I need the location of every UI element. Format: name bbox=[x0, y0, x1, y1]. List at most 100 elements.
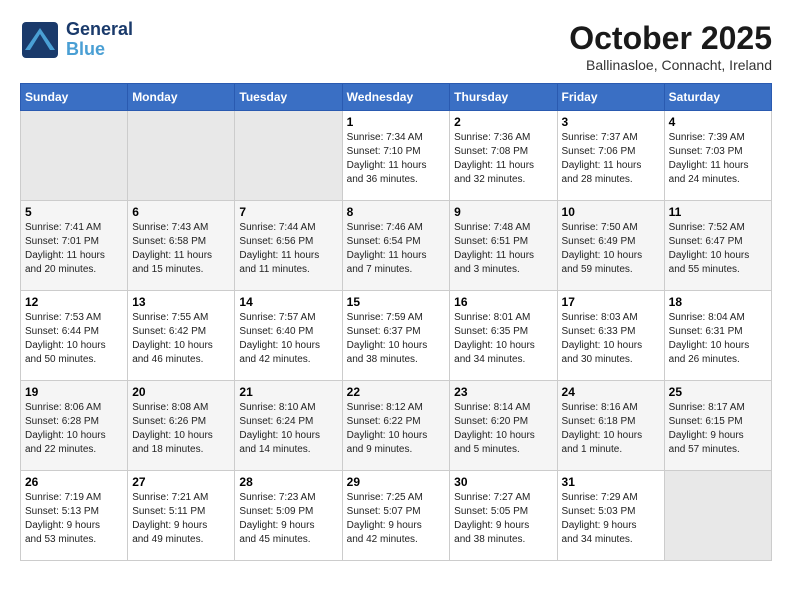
title-block: October 2025 Ballinasloe, Connacht, Irel… bbox=[569, 20, 772, 73]
day-info: Sunrise: 8:14 AM Sunset: 6:20 PM Dayligh… bbox=[454, 401, 552, 457]
calendar-cell: 3Sunrise: 7:37 AM Sunset: 7:06 PM Daylig… bbox=[557, 111, 664, 201]
day-number: 18 bbox=[669, 295, 767, 309]
day-number: 1 bbox=[347, 115, 446, 129]
header-saturday: Saturday bbox=[664, 84, 771, 111]
day-info: Sunrise: 7:39 AM Sunset: 7:03 PM Dayligh… bbox=[669, 131, 767, 187]
page-header: General Blue October 2025 Ballinasloe, C… bbox=[20, 20, 772, 73]
day-info: Sunrise: 8:01 AM Sunset: 6:35 PM Dayligh… bbox=[454, 311, 552, 367]
calendar-cell: 24Sunrise: 8:16 AM Sunset: 6:18 PM Dayli… bbox=[557, 381, 664, 471]
calendar-cell: 28 Sunrise: 7:23 AM Sunset: 5:09 PM Dayli… bbox=[235, 471, 342, 561]
day-number: 16 bbox=[454, 295, 552, 309]
day-info: Sunrise: 7:36 AM Sunset: 7:08 PM Dayligh… bbox=[454, 131, 552, 187]
calendar-week-row: 1 Sunrise: 7:34 AM Sunset: 7:10 PM Daylig… bbox=[21, 111, 772, 201]
day-info: Sunrise: 7:52 AM Sunset: 6:47 PM Dayligh… bbox=[669, 221, 767, 277]
calendar-header-row: SundayMondayTuesdayWednesdayThursdayFrid… bbox=[21, 84, 772, 111]
day-number: 28 bbox=[239, 475, 337, 489]
header-tuesday: Tuesday bbox=[235, 84, 342, 111]
day-number: 7 bbox=[239, 205, 337, 219]
calendar-cell: 26 Sunrise: 7:19 AM Sunset: 5:13 PM Dayli… bbox=[21, 471, 128, 561]
calendar-cell: 17 Sunrise: 8:03 AM Sunset: 6:33 PM Dayli… bbox=[557, 291, 664, 381]
day-info: Sunrise: 8:12 AM Sunset: 6:22 PM Dayligh… bbox=[347, 401, 446, 457]
day-info: Sunrise: 7:48 AM Sunset: 6:51 PM Dayligh… bbox=[454, 221, 552, 277]
day-number: 20 bbox=[132, 385, 230, 399]
day-number: 8 bbox=[347, 205, 446, 219]
calendar-cell: 13 Sunrise: 7:55 AM Sunset: 6:42 PM Dayli… bbox=[128, 291, 235, 381]
calendar-cell: 30 Sunrise: 7:27 AM Sunset: 5:05 PM Dayli… bbox=[450, 471, 557, 561]
day-info: Sunrise: 8:17 AM Sunset: 6:15 PM Dayligh… bbox=[669, 401, 767, 457]
calendar-cell: 9 Sunrise: 7:48 AM Sunset: 6:51 PM Daylig… bbox=[450, 201, 557, 291]
day-number: 15 bbox=[347, 295, 446, 309]
day-info: Sunrise: 8:03 AM Sunset: 6:33 PM Dayligh… bbox=[562, 311, 660, 367]
day-info: Sunrise: 7:27 AM Sunset: 5:05 PM Dayligh… bbox=[454, 491, 552, 547]
day-info: Sunrise: 7:46 AM Sunset: 6:54 PM Dayligh… bbox=[347, 221, 446, 277]
calendar-cell: 2 Sunrise: 7:36 AM Sunset: 7:08 PM Daylig… bbox=[450, 111, 557, 201]
calendar-cell: 6Sunrise: 7:43 AM Sunset: 6:58 PM Daylig… bbox=[128, 201, 235, 291]
day-info: Sunrise: 7:50 AM Sunset: 6:49 PM Dayligh… bbox=[562, 221, 660, 277]
subtitle: Ballinasloe, Connacht, Ireland bbox=[569, 57, 772, 73]
day-info: Sunrise: 7:23 AM Sunset: 5:09 PM Dayligh… bbox=[239, 491, 337, 547]
day-number: 31 bbox=[562, 475, 660, 489]
day-number: 26 bbox=[25, 475, 123, 489]
day-number: 17 bbox=[562, 295, 660, 309]
day-number: 25 bbox=[669, 385, 767, 399]
calendar-cell: 10 Sunrise: 7:50 AM Sunset: 6:49 PM Dayli… bbox=[557, 201, 664, 291]
day-info: Sunrise: 7:21 AM Sunset: 5:11 PM Dayligh… bbox=[132, 491, 230, 547]
day-info: Sunrise: 8:08 AM Sunset: 6:26 PM Dayligh… bbox=[132, 401, 230, 457]
calendar-cell: 20 Sunrise: 8:08 AM Sunset: 6:26 PM Dayli… bbox=[128, 381, 235, 471]
calendar-cell: 5Sunrise: 7:41 AM Sunset: 7:01 PM Daylig… bbox=[21, 201, 128, 291]
day-number: 12 bbox=[25, 295, 123, 309]
calendar-cell: 8 Sunrise: 7:46 AM Sunset: 6:54 PM Daylig… bbox=[342, 201, 450, 291]
day-info: Sunrise: 7:44 AM Sunset: 6:56 PM Dayligh… bbox=[239, 221, 337, 277]
day-info: Sunrise: 8:04 AM Sunset: 6:31 PM Dayligh… bbox=[669, 311, 767, 367]
day-number: 5 bbox=[25, 205, 123, 219]
day-number: 13 bbox=[132, 295, 230, 309]
header-monday: Monday bbox=[128, 84, 235, 111]
day-info: Sunrise: 7:53 AM Sunset: 6:44 PM Dayligh… bbox=[25, 311, 123, 367]
day-info: Sunrise: 7:57 AM Sunset: 6:40 PM Dayligh… bbox=[239, 311, 337, 367]
calendar-week-row: 5Sunrise: 7:41 AM Sunset: 7:01 PM Daylig… bbox=[21, 201, 772, 291]
day-info: Sunrise: 7:19 AM Sunset: 5:13 PM Dayligh… bbox=[25, 491, 123, 547]
calendar-cell: 18 Sunrise: 8:04 AM Sunset: 6:31 PM Dayli… bbox=[664, 291, 771, 381]
calendar-cell bbox=[235, 111, 342, 201]
calendar-cell bbox=[21, 111, 128, 201]
calendar-cell: 4Sunrise: 7:39 AM Sunset: 7:03 PM Daylig… bbox=[664, 111, 771, 201]
day-info: Sunrise: 7:25 AM Sunset: 5:07 PM Dayligh… bbox=[347, 491, 446, 547]
day-number: 11 bbox=[669, 205, 767, 219]
day-number: 19 bbox=[25, 385, 123, 399]
logo-text: General Blue bbox=[66, 20, 133, 60]
calendar-cell: 11 Sunrise: 7:52 AM Sunset: 6:47 PM Dayli… bbox=[664, 201, 771, 291]
day-number: 30 bbox=[454, 475, 552, 489]
calendar-cell: 21 Sunrise: 8:10 AM Sunset: 6:24 PM Dayli… bbox=[235, 381, 342, 471]
calendar-cell: 25 Sunrise: 8:17 AM Sunset: 6:15 PM Dayli… bbox=[664, 381, 771, 471]
day-number: 27 bbox=[132, 475, 230, 489]
day-number: 10 bbox=[562, 205, 660, 219]
calendar-cell: 31Sunrise: 7:29 AM Sunset: 5:03 PM Dayli… bbox=[557, 471, 664, 561]
logo-icon bbox=[20, 20, 60, 60]
calendar-cell: 7 Sunrise: 7:44 AM Sunset: 6:56 PM Daylig… bbox=[235, 201, 342, 291]
day-info: Sunrise: 7:55 AM Sunset: 6:42 PM Dayligh… bbox=[132, 311, 230, 367]
calendar-cell: 19 Sunrise: 8:06 AM Sunset: 6:28 PM Dayli… bbox=[21, 381, 128, 471]
calendar-cell: 27 Sunrise: 7:21 AM Sunset: 5:11 PM Dayli… bbox=[128, 471, 235, 561]
calendar-cell bbox=[664, 471, 771, 561]
day-number: 6 bbox=[132, 205, 230, 219]
calendar-cell: 14 Sunrise: 7:57 AM Sunset: 6:40 PM Dayli… bbox=[235, 291, 342, 381]
header-thursday: Thursday bbox=[450, 84, 557, 111]
day-number: 9 bbox=[454, 205, 552, 219]
day-info: Sunrise: 8:10 AM Sunset: 6:24 PM Dayligh… bbox=[239, 401, 337, 457]
calendar-cell: 16 Sunrise: 8:01 AM Sunset: 6:35 PM Dayli… bbox=[450, 291, 557, 381]
day-number: 2 bbox=[454, 115, 552, 129]
day-number: 21 bbox=[239, 385, 337, 399]
calendar-week-row: 26 Sunrise: 7:19 AM Sunset: 5:13 PM Dayli… bbox=[21, 471, 772, 561]
header-wednesday: Wednesday bbox=[342, 84, 450, 111]
calendar-cell: 1 Sunrise: 7:34 AM Sunset: 7:10 PM Daylig… bbox=[342, 111, 450, 201]
day-info: Sunrise: 8:06 AM Sunset: 6:28 PM Dayligh… bbox=[25, 401, 123, 457]
day-number: 22 bbox=[347, 385, 446, 399]
logo: General Blue bbox=[20, 20, 133, 60]
day-number: 29 bbox=[347, 475, 446, 489]
calendar-cell: 29 Sunrise: 7:25 AM Sunset: 5:07 PM Dayli… bbox=[342, 471, 450, 561]
day-info: Sunrise: 7:34 AM Sunset: 7:10 PM Dayligh… bbox=[347, 131, 446, 187]
day-number: 14 bbox=[239, 295, 337, 309]
day-info: Sunrise: 7:37 AM Sunset: 7:06 PM Dayligh… bbox=[562, 131, 660, 187]
main-title: October 2025 bbox=[569, 20, 772, 57]
day-number: 24 bbox=[562, 385, 660, 399]
